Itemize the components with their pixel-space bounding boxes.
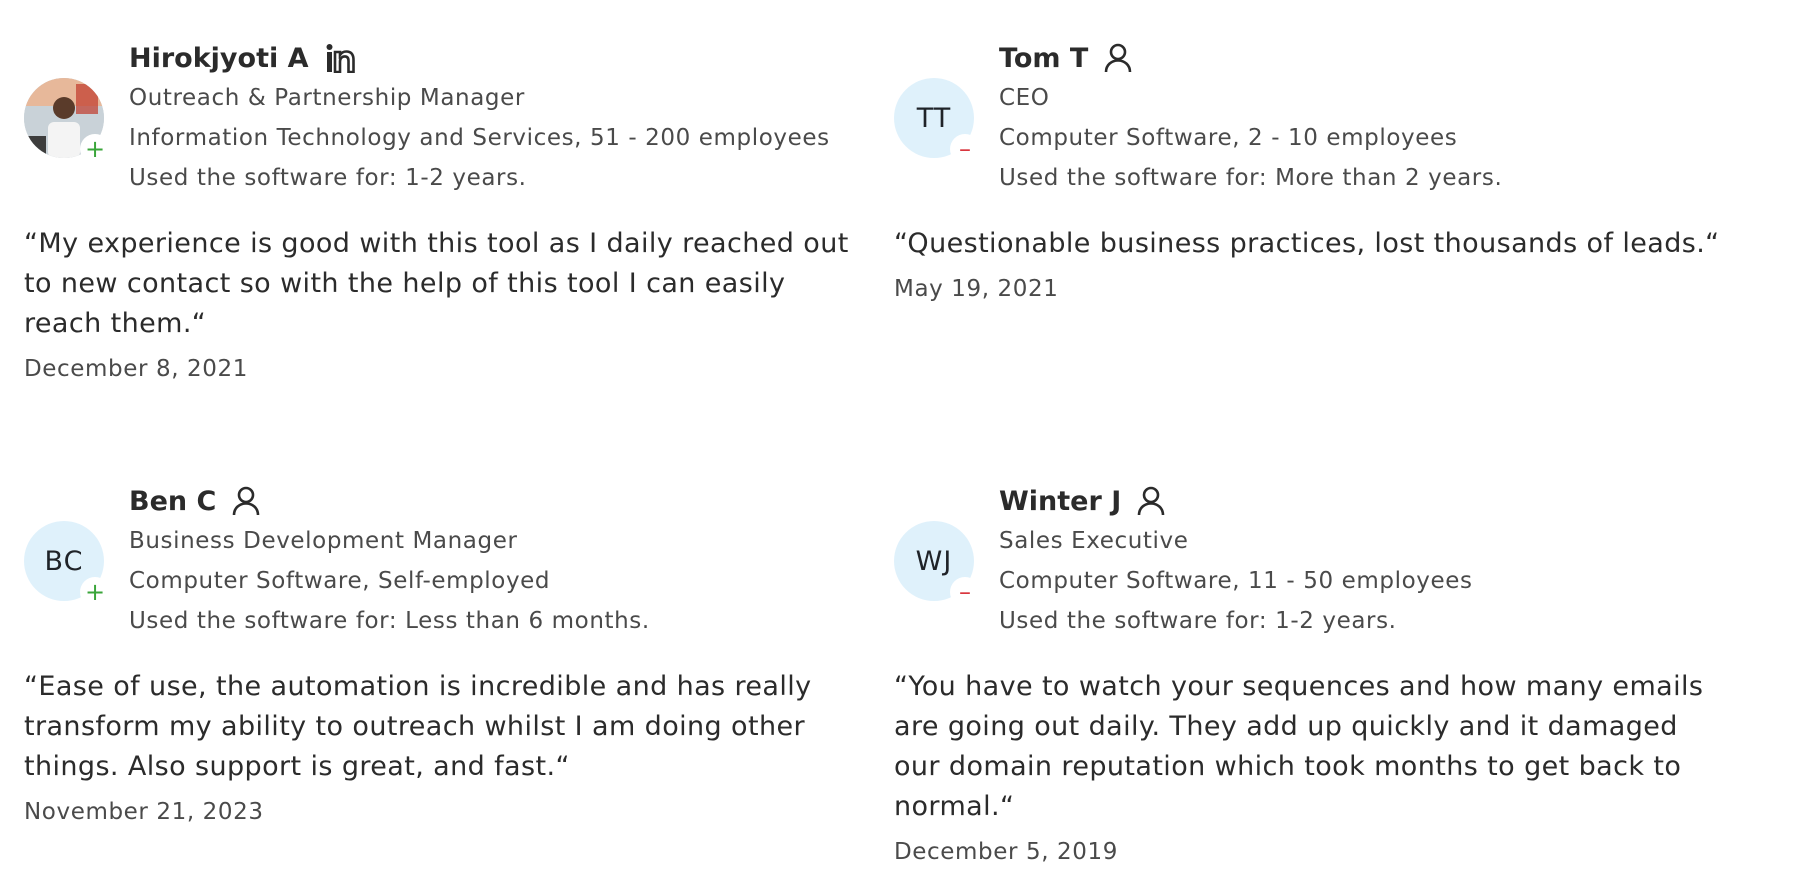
avatar: TT – — [894, 78, 980, 164]
reviewer-company: Computer Software, 2 - 10 employees — [999, 125, 1458, 151]
user-icon — [1137, 486, 1165, 516]
reviewer-header: + Hirokjyoti A Outreach & Partnership Ma… — [24, 38, 864, 198]
reviewer-role: Outreach & Partnership Manager — [129, 85, 525, 111]
review-date: May 19, 2021 — [894, 276, 1059, 302]
reviewer-info: Ben C Business Development Manager Compu… — [129, 481, 650, 641]
reviewer-name: Ben C — [129, 485, 217, 517]
reviewer-usage: Used the software for: Less than 6 month… — [129, 608, 650, 634]
reviewer-role: Sales Executive — [999, 528, 1189, 554]
reviewer-info: Hirokjyoti A Outreach & Partnership Mana… — [129, 38, 830, 198]
reviewer-info: Tom T CEO Computer Software, 2 - 10 empl… — [999, 38, 1502, 198]
reviewer-name-row: Tom T — [999, 38, 1502, 78]
reviews-grid: + Hirokjyoti A Outreach & Partnership Ma… — [0, 0, 1816, 888]
positive-sentiment-icon: + — [80, 577, 110, 607]
reviewer-header: BC + Ben C Business Development Manager … — [24, 481, 864, 641]
reviewer-role: CEO — [999, 85, 1050, 111]
review-quote: “Questionable business practices, lost t… — [894, 228, 1720, 259]
negative-sentiment-icon: – — [950, 134, 980, 164]
user-icon — [232, 486, 260, 516]
reviewer-usage: Used the software for: More than 2 years… — [999, 165, 1503, 191]
reviewer-company: Computer Software, Self-employed — [129, 568, 551, 594]
reviewer-company: Information Technology and Services, 51 … — [129, 125, 830, 151]
reviewer-usage: Used the software for: 1-2 years. — [129, 165, 527, 191]
review-quote: “You have to watch your sequences and ho… — [894, 671, 1704, 822]
reviewer-name-row: Ben C — [129, 481, 650, 521]
reviewer-header: TT – Tom T CEO Computer Software, 2 - 10… — [894, 38, 1734, 198]
reviewer-info: Winter J Sales Executive Computer Softwa… — [999, 481, 1473, 641]
reviewer-usage: Used the software for: 1-2 years. — [999, 608, 1397, 634]
reviewer-role: Business Development Manager — [129, 528, 518, 554]
reviewer-name: Tom T — [999, 42, 1089, 74]
reviewer-name: Winter J — [999, 485, 1122, 517]
negative-sentiment-icon: – — [950, 577, 980, 607]
review-card: TT – Tom T CEO Computer Software, 2 - 10… — [894, 38, 1734, 306]
reviewer-name-row: Winter J — [999, 481, 1473, 521]
review-quote: “Ease of use, the automation is incredib… — [24, 671, 812, 782]
review-card: BC + Ben C Business Development Manager … — [24, 481, 864, 829]
reviewer-company: Computer Software, 11 - 50 employees — [999, 568, 1473, 594]
review-card: + Hirokjyoti A Outreach & Partnership Ma… — [24, 38, 864, 386]
reviewer-header: WJ – Winter J Sales Executive Computer S… — [894, 481, 1734, 641]
linkedin-icon[interactable] — [325, 43, 357, 73]
positive-sentiment-icon: + — [80, 134, 110, 164]
review-date: November 21, 2023 — [24, 799, 264, 825]
review-quote: “My experience is good with this tool as… — [24, 228, 849, 339]
avatar: BC + — [24, 521, 110, 607]
avatar: WJ – — [894, 521, 980, 607]
review-card: WJ – Winter J Sales Executive Computer S… — [894, 481, 1734, 869]
reviewer-name: Hirokjyoti A — [129, 42, 309, 74]
review-date: December 5, 2019 — [894, 839, 1118, 865]
reviewer-name-row: Hirokjyoti A — [129, 38, 830, 78]
review-date: December 8, 2021 — [24, 356, 248, 382]
user-icon — [1104, 43, 1132, 73]
avatar: + — [24, 78, 110, 164]
